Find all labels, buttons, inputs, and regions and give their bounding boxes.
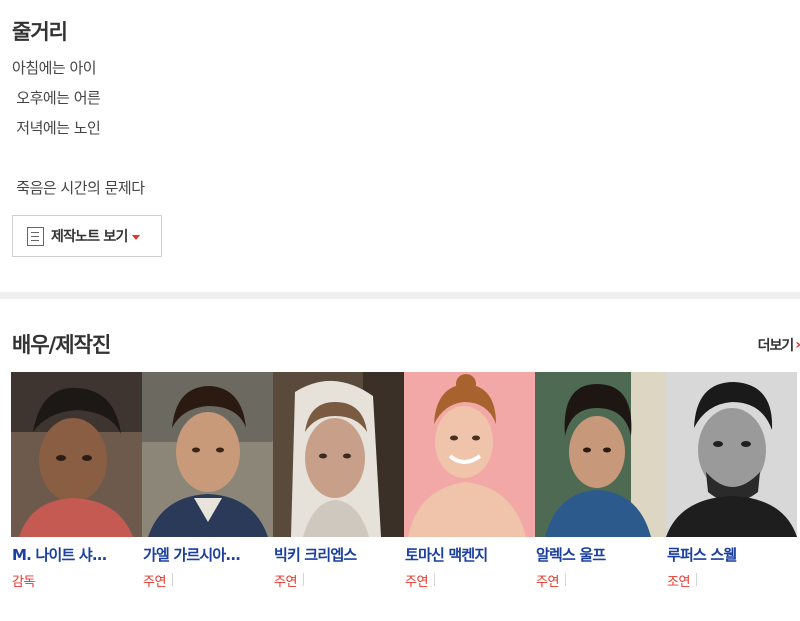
cast-item[interactable]: 알렉스 울프 주연: [535, 372, 666, 602]
cast-section: 배우/제작진 더보기 › M. 나이트 샤... 감독 가엘 가르시아... 주…: [0, 299, 800, 621]
cast-photo[interactable]: [666, 372, 797, 537]
cast-name[interactable]: 루퍼스 스웰: [667, 544, 785, 565]
cast-item[interactable]: 빅키 크리엡스 주연: [273, 372, 404, 602]
caret-down-icon: [131, 234, 140, 240]
cast-name[interactable]: 알렉스 울프: [536, 544, 654, 565]
cast-role: 주연: [274, 575, 297, 590]
cast-photo[interactable]: [404, 372, 535, 537]
cast-name[interactable]: 빅키 크리엡스: [274, 544, 392, 565]
synopsis-line: 오후에는 어른: [12, 89, 101, 107]
more-button[interactable]: 더보기 ›: [758, 335, 800, 355]
production-notes-button[interactable]: 제작노트 보기: [12, 215, 162, 257]
more-label: 더보기: [757, 338, 795, 354]
cast-photo[interactable]: [11, 372, 142, 537]
production-notes-label: 제작노트 보기: [51, 229, 128, 245]
cast-role: 주연: [405, 575, 428, 590]
cast-photo[interactable]: [142, 372, 273, 537]
role-separator: [434, 573, 435, 586]
role-separator: [172, 573, 173, 586]
role-separator: [565, 573, 566, 586]
synopsis-line: 아침에는 아이: [12, 59, 97, 77]
cast-role: 주연: [536, 575, 559, 590]
cast-photo[interactable]: [535, 372, 666, 537]
cast-title: 배우/제작진: [12, 333, 111, 357]
synopsis-line: 죽음은 시간의 문제다: [12, 179, 145, 197]
role-separator: [303, 573, 304, 586]
role-separator: [696, 573, 697, 586]
synopsis-title: 줄거리: [12, 20, 68, 44]
cast-photo[interactable]: [273, 372, 404, 537]
cast-role: 주연: [143, 575, 166, 590]
cast-name[interactable]: 토마신 맥켄지: [405, 544, 523, 565]
cast-name[interactable]: 가엘 가르시아...: [143, 544, 261, 565]
cast-role: 조연: [667, 575, 690, 590]
cast-name[interactable]: M. 나이트 샤...: [12, 544, 130, 565]
cast-item[interactable]: 가엘 가르시아... 주연: [142, 372, 273, 602]
cast-item[interactable]: 루퍼스 스웰 조연: [666, 372, 797, 602]
cast-list: M. 나이트 샤... 감독 가엘 가르시아... 주연 빅키 크리엡스 주연 …: [11, 372, 800, 602]
section-divider: [0, 292, 800, 299]
synopsis-line: 저녁에는 노인: [12, 119, 101, 137]
cast-role: 감독: [12, 575, 35, 590]
document-icon: [27, 226, 44, 246]
chevron-right-icon: ›: [795, 337, 800, 353]
cast-item[interactable]: M. 나이트 샤... 감독: [11, 372, 142, 602]
cast-item[interactable]: 토마신 맥켄지 주연: [404, 372, 535, 602]
synopsis-section: 줄거리 아침에는 아이 오후에는 어른 저녁에는 노인 죽음은 시간의 문제다 …: [0, 0, 800, 292]
